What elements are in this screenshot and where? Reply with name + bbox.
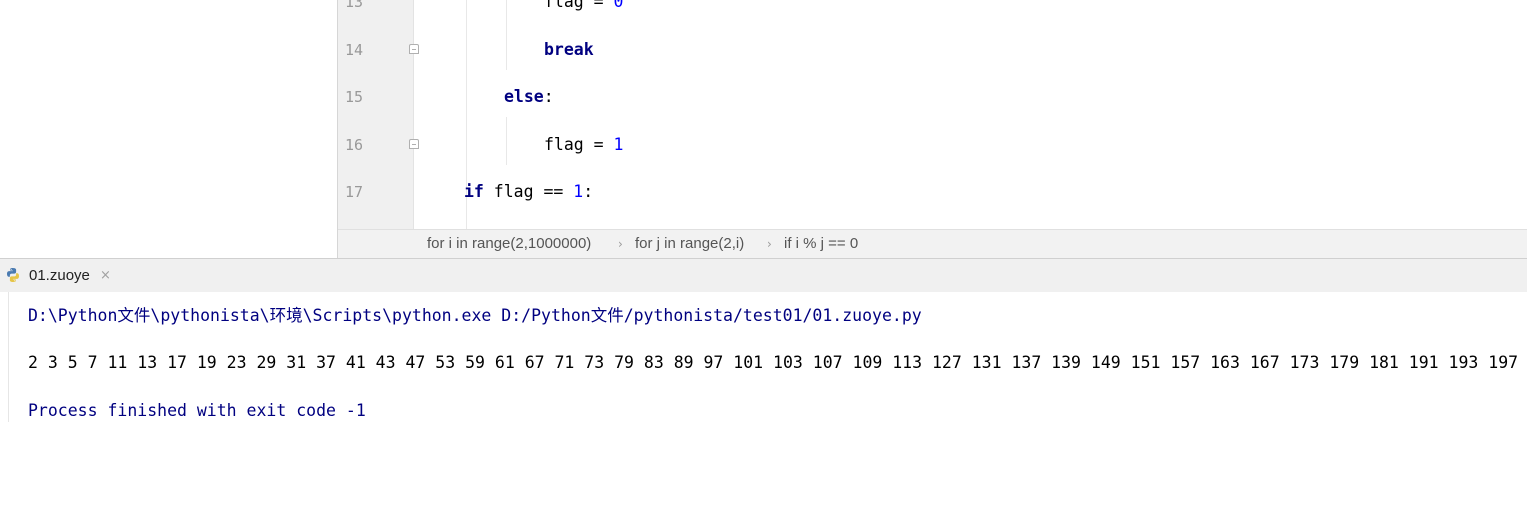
console-command-line: D:\Python文件\pythonista\环境\Scripts\python… — [28, 306, 922, 325]
code-number: 1 — [573, 182, 584, 201]
run-tab[interactable]: 01.zuoye × — [0, 259, 124, 292]
breadcrumb-separator: › — [618, 237, 623, 251]
code-keyword: if — [464, 182, 484, 201]
code-text: flag == — [483, 182, 574, 201]
gutter-edge — [413, 0, 414, 229]
code-text: : — [543, 87, 554, 106]
code-keyword: break — [544, 40, 594, 59]
line-number: 17 — [345, 183, 364, 201]
indent-guide — [506, 117, 507, 165]
code-line[interactable]: flag = 1 — [544, 133, 623, 157]
code-text: : — [583, 182, 594, 201]
fold-end-icon[interactable] — [409, 44, 419, 54]
console-exit-message: Process finished with exit code -1 — [28, 401, 366, 420]
code-keyword: else — [504, 87, 544, 106]
code-line[interactable]: break — [544, 38, 594, 62]
code-number: 1 — [613, 135, 624, 154]
code-line[interactable]: else: — [504, 85, 554, 109]
editor-left-blank-area — [0, 0, 337, 258]
run-tab-bar: 01.zuoye × — [0, 258, 1527, 292]
console-output-line: 2 3 5 7 11 13 17 19 23 29 31 37 41 43 47… — [28, 353, 1519, 372]
code-line[interactable]: flag = 0 — [544, 0, 623, 14]
close-icon[interactable]: × — [100, 259, 111, 292]
code-line[interactable]: if flag == 1: — [464, 180, 593, 204]
python-icon — [7, 268, 19, 282]
line-number: 15 — [345, 88, 364, 106]
fold-end-icon[interactable] — [409, 139, 419, 149]
line-number: 14 — [345, 41, 364, 59]
code-text: flag = — [544, 0, 614, 11]
breadcrumb-separator: › — [767, 237, 772, 251]
line-number: 13 — [345, 0, 364, 11]
run-tab-label: 01.zuoye — [29, 267, 90, 284]
code-number: 0 — [613, 0, 624, 11]
indent-guide — [506, 0, 507, 70]
console-gutter-edge — [8, 292, 9, 422]
breadcrumb-item[interactable]: for j in range(2,i) — [635, 230, 744, 258]
line-number: 16 — [345, 136, 364, 154]
breadcrumb-item[interactable]: if i % j == 0 — [784, 230, 858, 258]
breadcrumb: for i in range(2,1000000) › for j in ran… — [338, 229, 1527, 258]
run-console[interactable]: D:\Python文件\pythonista\环境\Scripts\python… — [0, 292, 1527, 516]
code-text: flag = — [544, 135, 614, 154]
breadcrumb-item[interactable]: for i in range(2,1000000) — [427, 230, 591, 258]
